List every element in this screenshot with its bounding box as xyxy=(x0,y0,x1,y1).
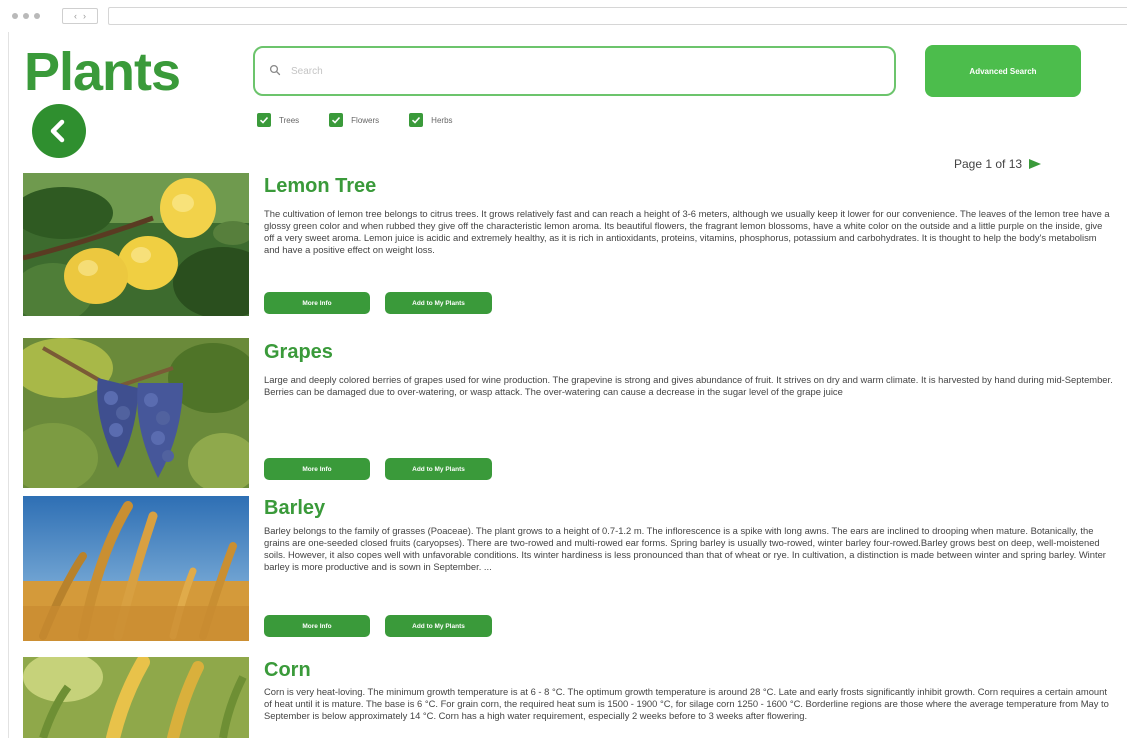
browser-toolbar: ‹ › xyxy=(0,0,1127,32)
check-icon xyxy=(259,116,269,124)
plant-description: Large and deeply colored berries of grap… xyxy=(264,374,1113,397)
more-info-button[interactable]: More Info xyxy=(264,292,370,314)
plant-image-barley xyxy=(23,496,249,641)
play-arrow-icon xyxy=(1029,159,1042,169)
plant-title: Corn xyxy=(264,659,311,681)
filter-herbs-label: Herbs xyxy=(431,115,453,125)
search-box[interactable] xyxy=(253,46,896,96)
filter-trees-label: Trees xyxy=(279,115,300,125)
plant-image-corn xyxy=(23,657,249,738)
plant-image-lemon-tree xyxy=(23,173,249,316)
search-icon xyxy=(269,64,283,78)
page-title: Plants xyxy=(24,42,181,102)
next-page-button[interactable] xyxy=(1028,158,1042,170)
window-controls xyxy=(12,13,40,19)
address-bar[interactable] xyxy=(108,7,1127,25)
filter-group: Trees Flowers Herbs xyxy=(257,113,483,127)
window-maximize-dot[interactable] xyxy=(34,13,40,19)
more-info-button[interactable]: More Info xyxy=(264,615,370,637)
window-frame-edge xyxy=(8,32,9,738)
plant-item-corn: Corn Corn is very heat-loving. The minim… xyxy=(23,657,1118,738)
add-to-my-plants-button[interactable]: Add to My Plants xyxy=(385,292,492,314)
browser-forward-icon[interactable]: › xyxy=(83,11,86,21)
add-to-my-plants-button[interactable]: Add to My Plants xyxy=(385,458,492,480)
plant-title: Barley xyxy=(264,497,326,519)
filter-herbs-checkbox[interactable] xyxy=(409,113,424,127)
plant-title: Lemon Tree xyxy=(264,175,377,197)
plant-description: Corn is very heat-loving. The minimum gr… xyxy=(264,686,1109,721)
plant-item-lemon-tree: Lemon Tree The cultivation of lemon tree… xyxy=(23,173,1118,323)
plant-title: Grapes xyxy=(264,341,333,363)
plant-item-grapes: Grapes Large and deeply colored berries … xyxy=(23,338,1118,488)
pagination: Page 1 of 13 xyxy=(954,157,1042,171)
check-icon xyxy=(332,116,341,124)
pagination-label: Page 1 of 13 xyxy=(954,157,1023,171)
add-to-my-plants-button[interactable]: Add to My Plants xyxy=(385,615,492,637)
search-input[interactable] xyxy=(291,65,871,77)
plant-description: The cultivation of lemon tree belongs to… xyxy=(264,208,1110,255)
filter-flowers-checkbox[interactable] xyxy=(329,113,344,127)
chevron-left-icon xyxy=(50,119,65,143)
window-close-dot[interactable] xyxy=(12,13,18,19)
filter-flowers-label: Flowers xyxy=(351,115,380,125)
browser-back-icon[interactable]: ‹ xyxy=(74,11,77,21)
filter-trees-checkbox[interactable] xyxy=(257,113,271,127)
plant-image-grapes xyxy=(23,338,249,488)
browser-nav-buttons[interactable]: ‹ › xyxy=(62,8,98,24)
filter-flowers[interactable]: Flowers xyxy=(329,113,379,127)
filter-trees[interactable]: Trees xyxy=(257,113,299,127)
check-icon xyxy=(412,116,421,124)
advanced-search-button[interactable]: Advanced Search xyxy=(925,45,1081,97)
window-minimize-dot[interactable] xyxy=(23,13,29,19)
back-button[interactable] xyxy=(32,104,86,158)
plant-description: Barley belongs to the family of grasses … xyxy=(264,525,1106,572)
plant-item-barley: Barley Barley belongs to the family of g… xyxy=(23,496,1118,644)
more-info-button[interactable]: More Info xyxy=(264,458,370,480)
filter-herbs[interactable]: Herbs xyxy=(409,113,453,127)
